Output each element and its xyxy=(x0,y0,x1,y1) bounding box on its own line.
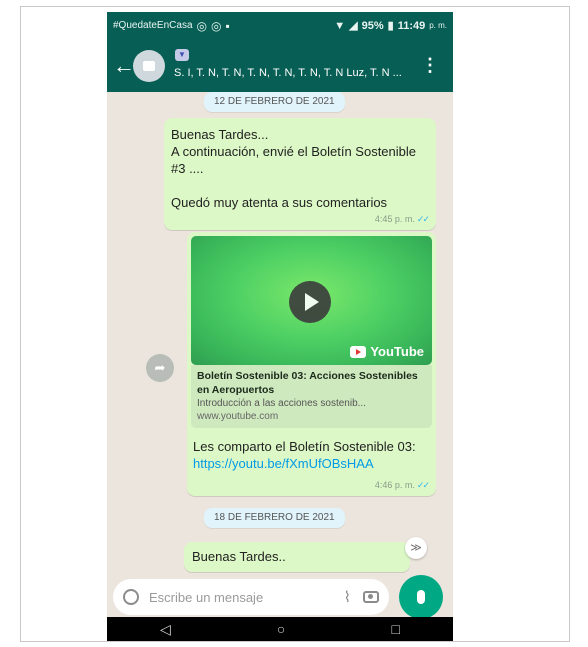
message-input[interactable] xyxy=(147,588,344,606)
android-nav-bar: ◁ ○ □ xyxy=(107,617,453,641)
instagram-icon: ◎ xyxy=(211,18,222,33)
mic-icon xyxy=(417,590,425,604)
message-input-bar[interactable]: ⌇ xyxy=(113,579,389,615)
read-ticks-icon: ✓✓ xyxy=(416,480,430,490)
message-text-part: Les comparto el Boletín Sostenible 03: xyxy=(193,439,416,454)
link-preview[interactable]: Boletín Sostenible 03: Acciones Sostenib… xyxy=(191,365,432,428)
group-avatar[interactable] xyxy=(133,50,165,82)
group-badge-icon: ▼ xyxy=(175,49,189,61)
battery-icon: ▮ xyxy=(387,20,394,32)
nav-home-icon[interactable]: ○ xyxy=(277,621,285,637)
more-options-icon[interactable]: ⋮ xyxy=(421,55,439,76)
message-bubble-link[interactable]: YouTube Boletín Sostenible 03: Acciones … xyxy=(187,232,436,496)
emoji-icon[interactable] xyxy=(123,589,139,605)
message-text: Buenas Tardes... A continuación, envié e… xyxy=(171,127,417,210)
status-hashtag: #QuedateEnCasa xyxy=(113,20,193,31)
instagram-icon: ◎ xyxy=(196,18,207,33)
message-bubble[interactable]: Buenas Tardes... A continuación, envié e… xyxy=(164,118,436,230)
share-icon[interactable]: ➦ xyxy=(146,354,174,382)
message-time: 4:46 p. m. xyxy=(374,480,415,490)
image-icon: ▪ xyxy=(225,18,230,33)
date-chip: 18 DE FEBRERO DE 2021 xyxy=(204,508,345,528)
message-bubble[interactable]: Buenas Tardes.. xyxy=(184,542,410,572)
youtube-brand: YouTube xyxy=(370,344,424,359)
date-chip: 12 DE FEBRERO DE 2021 xyxy=(204,92,345,112)
status-right: ▼ ◢ 95% ▮ 11:49 p. m. xyxy=(334,19,447,33)
message-time: 4:45 p. m. xyxy=(374,214,415,224)
megaphone-icon xyxy=(143,61,155,71)
play-icon[interactable] xyxy=(289,281,331,323)
phone-screen: #QuedateEnCasa ◎ ◎ ▪ ▼ ◢ 95% ▮ 11:49 p. … xyxy=(107,12,453,641)
chat-header: ← ▼ S. I, T. N, T. N, T. N, T. N, T. N, … xyxy=(107,39,453,92)
wifi-icon: ▼ xyxy=(334,19,346,32)
nav-back-icon[interactable]: ◁ xyxy=(160,621,171,638)
video-thumbnail[interactable]: YouTube xyxy=(191,236,432,365)
mic-button[interactable] xyxy=(399,575,443,619)
attach-icon[interactable]: ⌇ xyxy=(344,588,351,606)
link-description: Introducción a las acciones sostenib... xyxy=(197,398,366,409)
message-link[interactable]: https://youtu.be/fXmUfOBsHAA xyxy=(193,456,374,471)
read-ticks-icon: ✓✓ xyxy=(416,214,430,224)
signal-icon: ◢ xyxy=(349,20,358,32)
back-arrow-icon[interactable]: ← xyxy=(113,53,135,79)
camera-icon[interactable] xyxy=(363,591,379,603)
link-title: Boletín Sostenible 03: Acciones Sostenib… xyxy=(197,370,418,396)
chat-title[interactable]: S. I, T. N, T. N, T. N, T. N, T. N, T. N… xyxy=(174,67,414,79)
status-bar: #QuedateEnCasa ◎ ◎ ▪ ▼ ◢ 95% ▮ 11:49 p. … xyxy=(107,12,453,39)
message-meta: 4:45 p. m. ✓✓ xyxy=(374,214,430,225)
message-text: Les comparto el Boletín Sostenible 03: h… xyxy=(193,438,423,472)
scroll-down-icon[interactable]: ≫ xyxy=(405,537,427,559)
status-time-suffix: p. m. xyxy=(429,21,447,30)
link-domain: www.youtube.com xyxy=(197,411,279,422)
message-meta: 4:46 p. m. ✓✓ xyxy=(374,480,430,491)
status-time: 11:49 xyxy=(397,19,426,32)
message-text: Buenas Tardes.. xyxy=(192,549,286,564)
battery-percent: 95% xyxy=(361,19,384,32)
youtube-icon: YouTube xyxy=(350,344,424,359)
youtube-logo-icon xyxy=(350,345,367,358)
nav-recents-icon[interactable]: □ xyxy=(391,621,399,637)
